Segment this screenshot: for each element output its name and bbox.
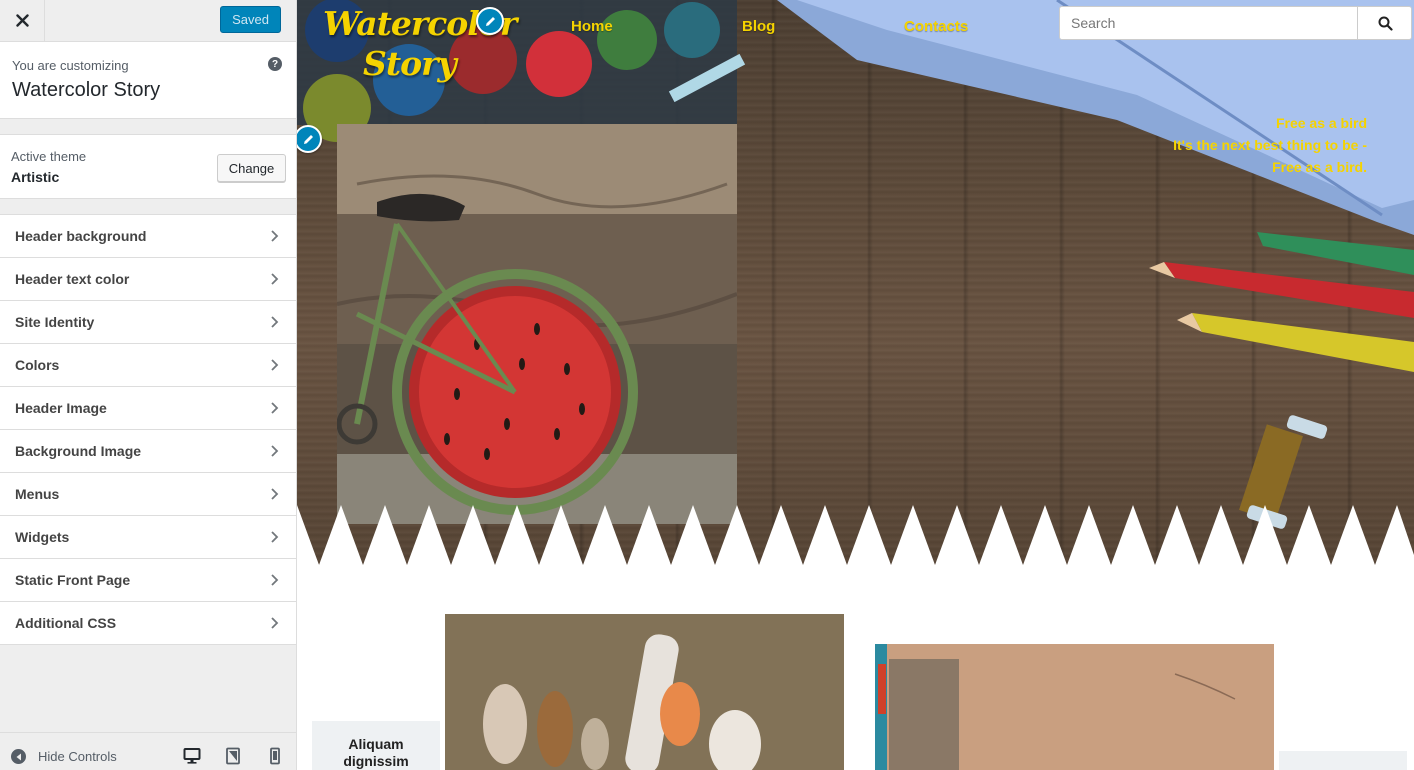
customizing-label: You are customizing xyxy=(12,58,129,73)
section-label: Header Image xyxy=(15,400,107,416)
section-label: Colors xyxy=(15,357,60,373)
section-label: Additional CSS xyxy=(15,615,117,631)
wall-illustration xyxy=(875,644,1274,770)
chevron-right-icon xyxy=(271,359,279,371)
chevron-right-icon xyxy=(271,402,279,414)
section-label: Widgets xyxy=(15,529,70,545)
site-preview: Watercolor Story Home Blog Contacts Free… xyxy=(297,0,1414,770)
site-tagline: Free as a bird It's the next best thing … xyxy=(1173,112,1367,178)
section-additional-css[interactable]: Additional CSS xyxy=(0,602,296,645)
chevron-right-icon xyxy=(271,617,279,629)
post-thumbnail-brushes[interactable] xyxy=(445,614,844,770)
saved-button[interactable]: Saved xyxy=(220,6,281,33)
chevron-right-icon xyxy=(271,316,279,328)
search-input[interactable] xyxy=(1060,7,1358,39)
post-title-line: dignissim xyxy=(343,753,409,769)
post-title-card[interactable] xyxy=(1279,751,1407,770)
nav-home[interactable]: Home xyxy=(571,18,613,35)
customizer-header: Saved xyxy=(0,0,296,42)
section-header-background[interactable]: Header background xyxy=(0,215,296,258)
section-menus[interactable]: Menus xyxy=(0,473,296,516)
nav-contacts[interactable]: Contacts xyxy=(904,18,968,35)
customizer-footer: Hide Controls xyxy=(0,732,296,770)
site-title-line2[interactable]: Story xyxy=(363,44,457,83)
section-label: Header text color xyxy=(15,271,130,287)
customizer-sections: Header background Header text color Site… xyxy=(0,214,296,645)
chevron-right-icon xyxy=(271,445,279,457)
section-widgets[interactable]: Widgets xyxy=(0,516,296,559)
hide-controls-icon[interactable] xyxy=(11,749,26,764)
section-label: Header background xyxy=(15,228,147,244)
section-colors[interactable]: Colors xyxy=(0,344,296,387)
bicycle-watermelon-illustration xyxy=(337,124,737,524)
section-header-image[interactable]: Header Image xyxy=(0,387,296,430)
change-theme-button[interactable]: Change xyxy=(217,154,286,182)
header-background-image: Watercolor Story Home Blog Contacts Free… xyxy=(297,0,1414,565)
pencil-icon xyxy=(303,134,313,144)
section-label: Static Front Page xyxy=(15,572,131,588)
post-title-card[interactable]: Aliquam dignissim xyxy=(312,721,440,770)
chevron-right-icon xyxy=(271,273,279,285)
active-theme-panel: Active theme Artistic Change xyxy=(0,134,296,199)
brushes-illustration xyxy=(445,614,844,770)
search-button[interactable] xyxy=(1357,7,1412,39)
section-label: Background Image xyxy=(15,443,142,459)
section-label: Site Identity xyxy=(15,314,95,330)
close-icon xyxy=(15,14,29,27)
tagline-line: Free as a bird. xyxy=(1272,159,1367,175)
close-customizer-button[interactable] xyxy=(0,0,45,41)
desktop-preview-icon[interactable] xyxy=(183,747,201,765)
search-icon xyxy=(1378,16,1393,31)
chevron-right-icon xyxy=(271,488,279,500)
sawtooth-divider xyxy=(297,505,1414,565)
post-thumbnail-wall[interactable] xyxy=(875,644,1274,770)
customizing-info: You are customizing Watercolor Story ? xyxy=(0,42,296,119)
hide-controls-button[interactable]: Hide Controls xyxy=(38,749,117,764)
search-form xyxy=(1059,6,1412,40)
chevron-right-icon xyxy=(271,531,279,543)
section-label: Menus xyxy=(15,486,60,502)
active-theme-name: Artistic xyxy=(11,169,60,185)
chevron-right-icon xyxy=(271,230,279,242)
help-icon[interactable]: ? xyxy=(268,57,282,71)
tagline-line: It's the next best thing to be - xyxy=(1173,137,1367,153)
tagline-line: Free as a bird xyxy=(1275,115,1367,131)
featured-bicycle-image[interactable] xyxy=(337,124,737,524)
section-site-identity[interactable]: Site Identity xyxy=(0,301,296,344)
tablet-preview-icon[interactable] xyxy=(224,747,242,765)
section-static-front-page[interactable]: Static Front Page xyxy=(0,559,296,602)
customizing-site-title: Watercolor Story xyxy=(12,79,161,101)
pencil-icon xyxy=(485,16,495,26)
edit-site-title-button[interactable] xyxy=(476,7,504,35)
customizer-sidebar: Saved You are customizing Watercolor Sto… xyxy=(0,0,297,770)
nav-blog[interactable]: Blog xyxy=(742,18,775,35)
section-header-text-color[interactable]: Header text color xyxy=(0,258,296,301)
section-background-image[interactable]: Background Image xyxy=(0,430,296,473)
active-theme-label: Active theme xyxy=(11,149,87,164)
post-title-line: Aliquam xyxy=(348,736,404,752)
mobile-preview-icon[interactable] xyxy=(266,747,284,765)
chevron-right-icon xyxy=(271,574,279,586)
